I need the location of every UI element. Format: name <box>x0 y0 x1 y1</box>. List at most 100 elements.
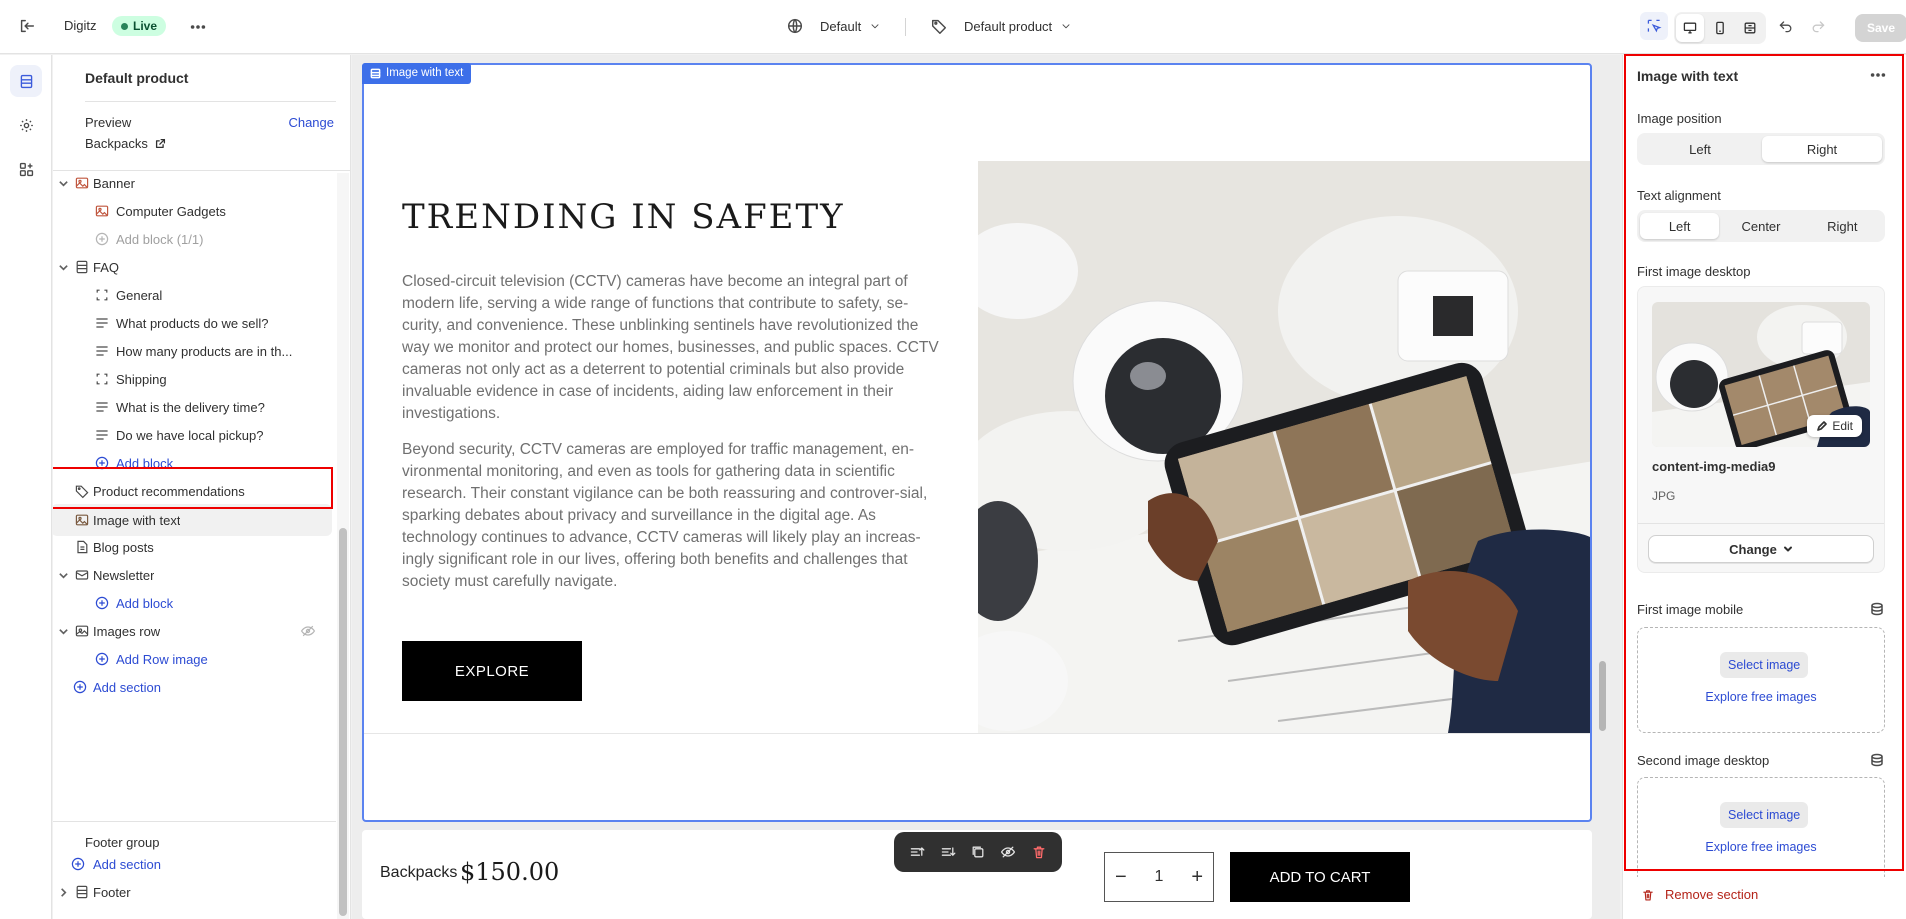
plus-icon[interactable]: + <box>1191 866 1203 889</box>
store-name: Digitz <box>64 18 97 33</box>
move-down-icon[interactable] <box>940 844 956 860</box>
quantity-value[interactable]: 1 <box>1155 868 1164 886</box>
section-paragraph-1: Closed-circuit television (CCTV) cameras… <box>402 273 939 422</box>
theme-select[interactable]: Default <box>786 17 881 35</box>
device-view-group <box>1674 12 1766 44</box>
chevron-down-icon[interactable] <box>57 177 69 189</box>
tree-item-faq-pickup[interactable]: Do we have local pickup? <box>53 420 336 450</box>
tree-item-faq-delivery[interactable]: What is the delivery time? <box>53 392 336 422</box>
tree-add-row-image[interactable]: Add Row image <box>53 644 336 674</box>
add-to-cart-button[interactable]: ADD TO CART <box>1230 852 1410 902</box>
delete-trash-icon[interactable] <box>1031 844 1047 860</box>
tree-item-blog-posts[interactable]: Blog posts <box>53 532 336 562</box>
chevron-right-icon[interactable] <box>57 886 69 898</box>
preview-change-link[interactable]: Change <box>288 115 334 130</box>
scroll-thumb[interactable] <box>1599 661 1606 731</box>
left-rail <box>0 55 52 919</box>
text-lines-icon <box>93 342 111 360</box>
plus-circle-icon <box>93 594 111 612</box>
explore-button[interactable]: EXPLORE <box>402 641 582 701</box>
tree-item-footer[interactable]: Footer <box>53 877 336 907</box>
tag-icon <box>930 17 948 35</box>
desktop-view-icon[interactable] <box>1676 14 1704 42</box>
chevron-down-icon <box>1060 20 1072 32</box>
highlight-box <box>53 467 333 509</box>
plus-circle-icon <box>93 230 111 248</box>
section-tree-sidebar: Default product Preview Change Backpacks… <box>53 55 351 919</box>
email-icon <box>73 566 91 584</box>
save-button[interactable]: Save <box>1855 14 1906 42</box>
remove-section-button[interactable]: Remove section <box>1641 887 1758 902</box>
frame-icon <box>93 370 111 388</box>
sections-icon[interactable] <box>10 65 42 97</box>
mobile-view-icon[interactable] <box>1706 14 1734 42</box>
more-options-icon[interactable] <box>189 18 207 36</box>
preview-canvas: TRENDING IN SAFETY Closed-circuit televi… <box>352 55 1620 919</box>
quantity-stepper[interactable]: − 1 + <box>1104 852 1214 902</box>
divider <box>85 101 336 102</box>
image-text-icon <box>73 511 91 529</box>
move-up-icon[interactable] <box>909 844 925 860</box>
inspector-toggle[interactable] <box>1640 12 1668 40</box>
tree-item-faq-products[interactable]: What products do we sell? <box>53 308 336 338</box>
list-section-icon <box>73 883 91 901</box>
chevron-down-icon[interactable] <box>57 261 69 273</box>
image-with-text-section[interactable]: TRENDING IN SAFETY Closed-circuit televi… <box>362 63 1592 822</box>
hidden-eye-icon[interactable] <box>299 622 317 640</box>
tree-item-newsletter[interactable]: Newsletter <box>53 560 336 590</box>
duplicate-icon[interactable] <box>970 844 986 860</box>
image-block-icon <box>93 202 111 220</box>
tree-add-section[interactable]: Add section <box>53 672 336 702</box>
template-title: Default product <box>85 70 189 86</box>
live-dot-icon <box>121 22 128 30</box>
settings-gear-icon[interactable] <box>10 109 42 141</box>
live-badge: Live <box>112 16 167 36</box>
tree-add-block-newsletter[interactable]: Add block <box>53 588 336 618</box>
footer-group-label: Footer group <box>85 835 160 850</box>
globe-icon <box>786 17 804 35</box>
section-tag: Image with text <box>362 63 472 84</box>
text-lines-icon <box>93 398 111 416</box>
preview-label: Preview <box>85 115 132 130</box>
tree-item-banner[interactable]: Banner <box>53 168 336 198</box>
apps-icon[interactable] <box>10 153 42 185</box>
sidebar-scrollbar[interactable] <box>337 173 349 919</box>
redo-icon[interactable] <box>1810 18 1826 34</box>
section-heading: TRENDING IN SAFETY <box>402 197 845 237</box>
divider <box>905 18 906 36</box>
frame-icon <box>93 286 111 304</box>
hide-eye-icon[interactable] <box>1000 844 1016 860</box>
divider <box>364 733 1590 734</box>
tree-item-faq-general[interactable]: General <box>53 280 336 310</box>
image-block-icon <box>73 174 91 192</box>
section-paragraph-2: Beyond security, CCTV cameras are employ… <box>402 441 928 590</box>
chevron-down-icon[interactable] <box>57 569 69 581</box>
tree-item-faq[interactable]: FAQ <box>53 252 336 282</box>
divider <box>53 821 336 822</box>
plus-circle-icon <box>71 678 89 696</box>
tree-item-images-row[interactable]: Images row <box>53 616 336 646</box>
tree-item-faq-shipping[interactable]: Shipping <box>53 364 336 394</box>
plus-circle-icon <box>93 650 111 668</box>
cursor-select-icon[interactable] <box>1640 12 1668 40</box>
tree-item-faq-count[interactable]: How many products are in th... <box>53 336 336 366</box>
section-action-toolbar <box>894 832 1062 872</box>
template-select[interactable]: Default product <box>930 17 1072 35</box>
gallery-icon <box>73 622 91 640</box>
blog-icon <box>73 538 91 556</box>
external-link-icon <box>154 137 167 150</box>
undo-icon[interactable] <box>1778 18 1794 34</box>
tree-item-banner-block[interactable]: Computer Gadgets <box>53 196 336 226</box>
list-section-icon <box>73 258 91 276</box>
minus-icon[interactable]: − <box>1115 866 1127 889</box>
preview-product[interactable]: Backpacks <box>85 136 167 151</box>
fullscreen-view-icon[interactable] <box>1736 14 1764 42</box>
settings-panel: Image with text Image position Left Righ… <box>1622 54 1906 919</box>
exit-icon[interactable] <box>18 17 36 35</box>
text-lines-icon <box>93 426 111 444</box>
canvas-scrollbar[interactable] <box>1596 65 1608 822</box>
chevron-down-icon[interactable] <box>57 625 69 637</box>
footer-add-section[interactable]: Add section <box>67 849 336 879</box>
product-name: Backpacks <box>380 864 458 881</box>
scroll-thumb[interactable] <box>339 528 347 916</box>
